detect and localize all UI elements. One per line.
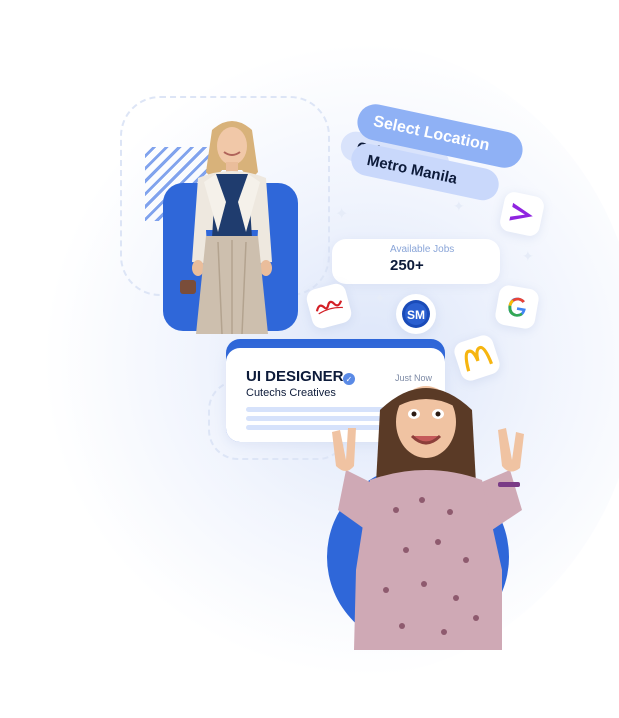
woman-in-blazer-photo	[180, 121, 272, 334]
available-jobs-label: Available Jobs	[390, 244, 455, 255]
sm-logo-icon: SM	[402, 300, 430, 328]
accenture-logo-icon	[509, 202, 533, 221]
sparkle-icon: ✦	[435, 321, 444, 332]
sparkle-icon: ✦	[453, 199, 465, 215]
sparkle-icon: ✦	[374, 291, 386, 307]
girl-peace-sign-photo	[332, 386, 524, 650]
svg-text:SM: SM	[407, 308, 425, 322]
google-logo-tile	[493, 283, 541, 331]
google-logo-icon	[508, 297, 526, 317]
available-jobs-count: 250+	[390, 257, 424, 274]
mcdonalds-logo-icon	[464, 345, 493, 372]
sparkle-icon: ✦	[335, 204, 349, 223]
coca-cola-logo-icon	[315, 300, 343, 315]
job-company: Cutechs Creatives	[246, 387, 336, 399]
sm-logo-tile: SM	[396, 294, 436, 334]
sparkle-icon: ✦	[522, 249, 534, 265]
available-jobs-card: Available Jobs 250+	[332, 239, 500, 284]
hero-illustration: Cebu Metro Manila Select Location ✦ ✦ ✦ …	[0, 0, 619, 718]
